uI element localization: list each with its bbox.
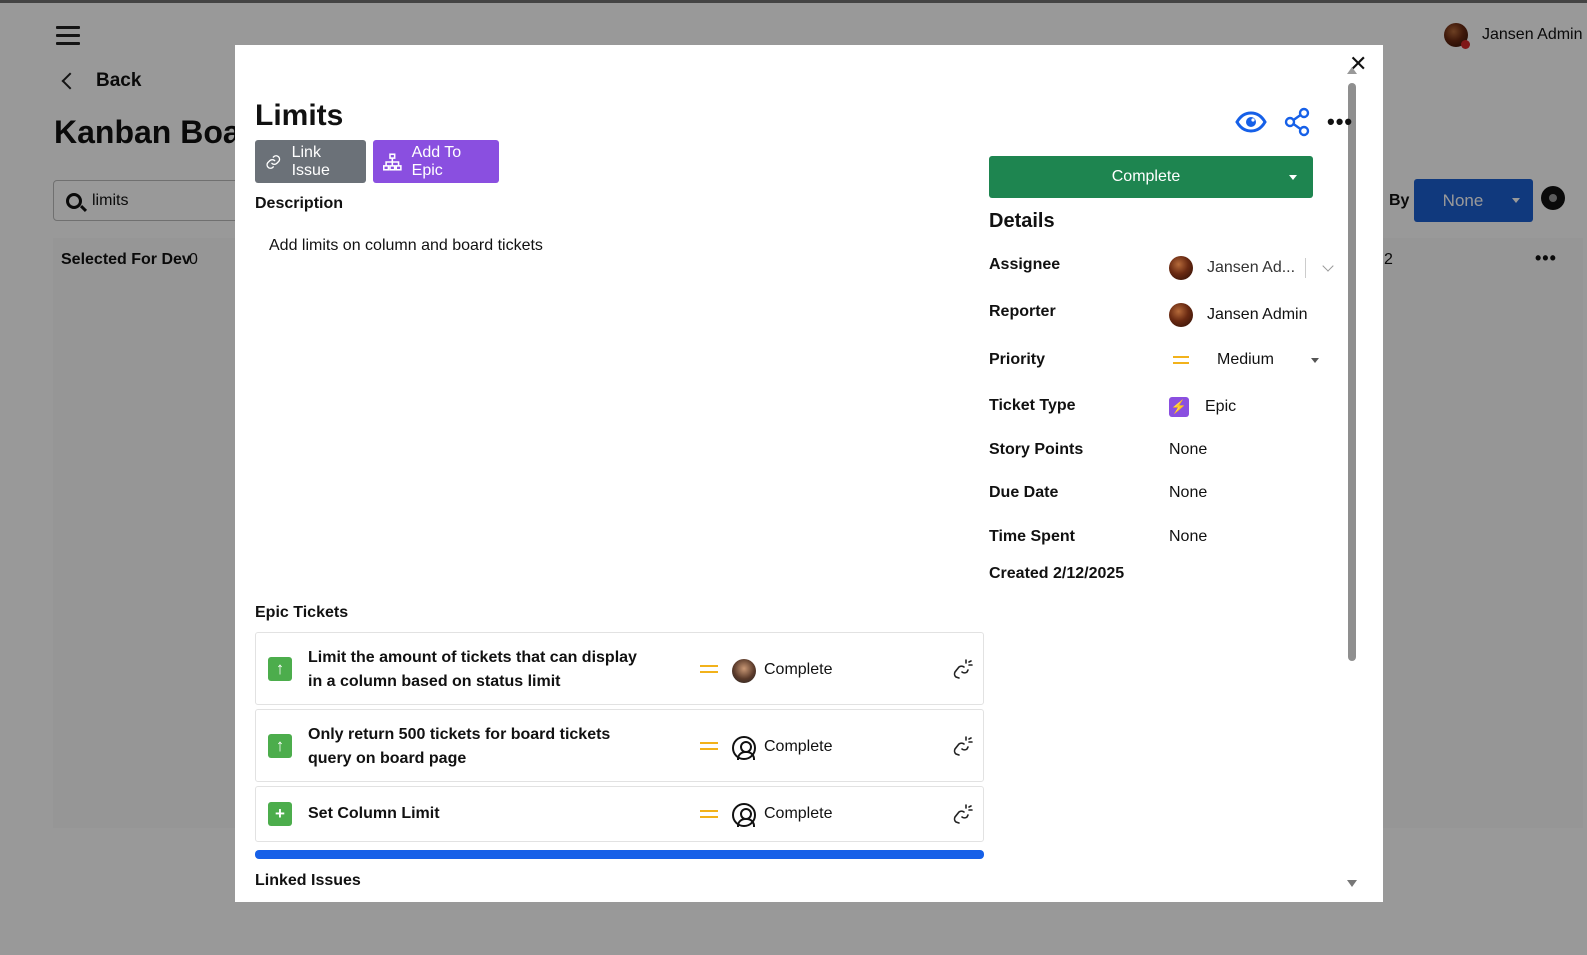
- link-icon: [266, 154, 281, 169]
- ticket-actions: •••: [1235, 107, 1353, 137]
- reporter-value-wrap: Jansen Admin: [1169, 303, 1308, 327]
- epic-ticket-title-line: in a column based on status limit: [308, 673, 561, 690]
- ticket-modal: ✕ Limits Link Issue Add To Epic Descript…: [235, 45, 1383, 902]
- modal-scrollbar[interactable]: [1343, 67, 1359, 887]
- ticket-type-label: Ticket Type: [989, 397, 1076, 414]
- epic-ticket-row[interactable]: ↑ Only return 500 tickets for board tick…: [255, 709, 984, 782]
- epic-ticket-title: Set Column Limit: [308, 802, 648, 826]
- epic-ticket-title-line: Limit the amount of tickets that can dis…: [308, 649, 637, 666]
- more-actions-icon[interactable]: •••: [1327, 111, 1353, 133]
- epic-ticket-status: Complete: [764, 661, 833, 678]
- priority-medium-icon: [1173, 356, 1189, 364]
- epic-ticket-row[interactable]: + Set Column Limit Complete: [255, 786, 984, 842]
- assignee-avatar: [732, 659, 756, 683]
- story-up-arrow-icon: ↑: [268, 657, 292, 681]
- link-issue-button[interactable]: Link Issue: [255, 140, 366, 183]
- epic-ticket-status: Complete: [764, 805, 833, 822]
- epic-ticket-title-line: Set Column Limit: [308, 805, 440, 822]
- add-to-epic-button[interactable]: Add To Epic: [373, 140, 499, 183]
- epic-lightning-icon: ⚡: [1169, 397, 1189, 417]
- time-spent-value[interactable]: None: [1169, 528, 1207, 546]
- created-date: Created 2/12/2025: [989, 565, 1125, 582]
- story-points-label: Story Points: [989, 441, 1084, 458]
- scrollbar-thumb[interactable]: [1348, 83, 1356, 661]
- reporter-value: Jansen Admin: [1207, 306, 1308, 323]
- story-plus-icon: +: [268, 802, 292, 826]
- scroll-up-arrow-icon[interactable]: [1347, 67, 1357, 74]
- description-heading: Description: [255, 195, 344, 212]
- priority-medium-icon: [700, 742, 718, 750]
- epic-ticket-title: Limit the amount of tickets that can dis…: [308, 646, 648, 694]
- priority-label: Priority: [989, 351, 1046, 368]
- assignee-label: Assignee: [989, 256, 1061, 273]
- unlink-icon[interactable]: [950, 657, 974, 681]
- epic-ticket-row[interactable]: ↑ Limit the amount of tickets that can d…: [255, 632, 984, 705]
- caret-down-icon: [1311, 357, 1319, 363]
- ticket-title[interactable]: Limits: [255, 99, 343, 133]
- priority-select[interactable]: Medium: [1169, 351, 1319, 369]
- priority-value: Medium: [1217, 351, 1274, 368]
- time-spent-label: Time Spent: [989, 528, 1075, 545]
- status-dropdown[interactable]: Complete: [989, 156, 1313, 198]
- unassigned-user-icon: [732, 736, 756, 760]
- divider: [1305, 258, 1307, 278]
- ticket-type-value: Epic: [1205, 398, 1237, 415]
- description-text[interactable]: Add limits on column and board tickets: [269, 237, 543, 255]
- epic-ticket-title-line: query on board page: [308, 750, 467, 767]
- due-date-label: Due Date: [989, 484, 1059, 501]
- share-icon[interactable]: [1283, 107, 1311, 137]
- details-heading: Details: [989, 210, 1055, 232]
- assignee-avatar: [1169, 256, 1193, 280]
- status-label: Complete: [1111, 168, 1181, 185]
- caret-down-icon: [1289, 174, 1297, 180]
- linked-issues-heading: Linked Issues: [255, 872, 361, 885]
- unassigned-user-icon: [732, 803, 756, 827]
- epic-progress-bar: [255, 850, 984, 859]
- unlink-icon[interactable]: [950, 802, 974, 826]
- epic-ticket-title: Only return 500 tickets for board ticket…: [308, 723, 648, 771]
- reporter-label: Reporter: [989, 303, 1056, 320]
- assignee-select[interactable]: Jansen Ad...: [1169, 256, 1334, 280]
- assignee-value: Jansen Ad...: [1207, 259, 1296, 276]
- priority-medium-icon: [700, 665, 718, 673]
- watch-eye-icon[interactable]: [1235, 111, 1267, 133]
- due-date-value[interactable]: None: [1169, 484, 1207, 502]
- epic-ticket-status: Complete: [764, 738, 833, 755]
- unlink-icon[interactable]: [950, 734, 974, 758]
- reporter-avatar: [1169, 303, 1193, 327]
- scroll-down-arrow-icon[interactable]: [1347, 880, 1357, 887]
- story-up-arrow-icon: ↑: [268, 734, 292, 758]
- epic-tickets-heading: Epic Tickets: [255, 604, 349, 621]
- link-issue-label: Link Issue: [291, 143, 330, 179]
- story-points-value[interactable]: None: [1169, 441, 1207, 459]
- priority-medium-icon: [700, 810, 718, 818]
- add-to-epic-label: Add To Epic: [411, 143, 462, 179]
- chevron-down-icon: [1322, 260, 1334, 272]
- hierarchy-icon: [383, 152, 402, 171]
- epic-ticket-title-line: Only return 500 tickets for board ticket…: [308, 726, 611, 743]
- ticket-type-select[interactable]: ⚡ Epic: [1169, 397, 1236, 417]
